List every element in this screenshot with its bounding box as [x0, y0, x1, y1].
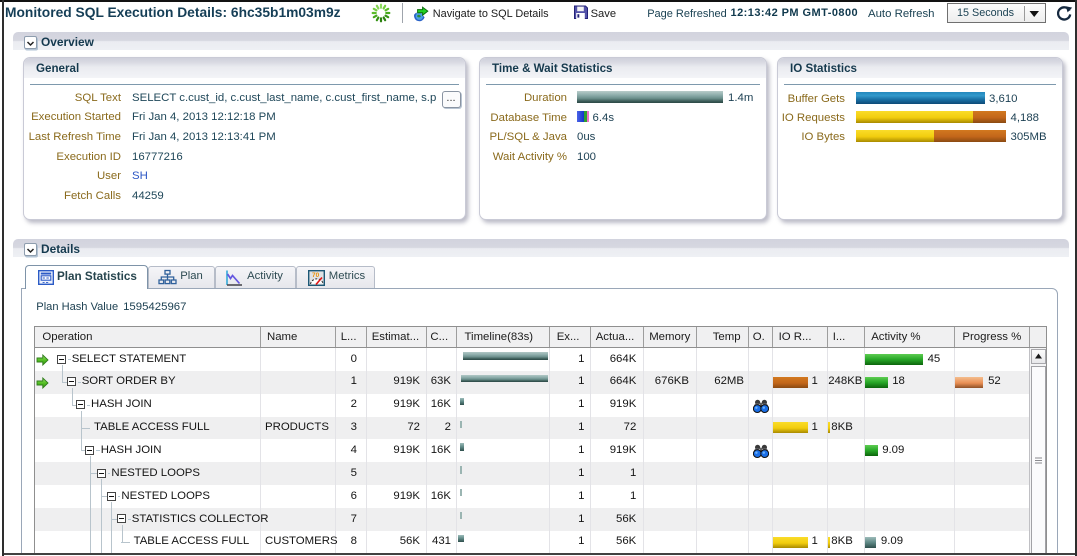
svg-text:70: 70 [312, 272, 320, 279]
